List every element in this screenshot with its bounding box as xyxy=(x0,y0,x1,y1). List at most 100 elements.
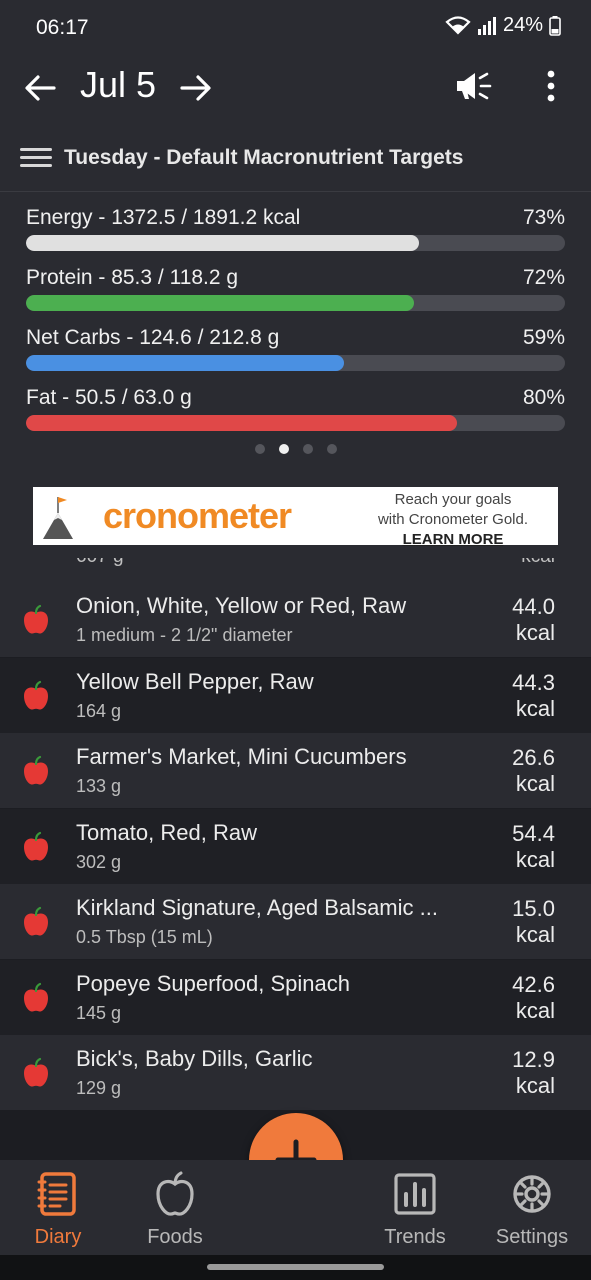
macro-percent: 72% xyxy=(522,266,565,289)
status-time: 06:17 xyxy=(36,16,89,39)
app-bar: Jul 5 xyxy=(0,56,591,126)
kcal-value: 44.0 xyxy=(512,594,555,619)
page-dot[interactable] xyxy=(302,444,313,454)
food-list-item[interactable]: Tomato, Red, Raw 302 g 54.4 kcal xyxy=(0,808,591,884)
page-dot[interactable] xyxy=(254,444,265,454)
food-list-item[interactable]: Kirkland Signature, Aged Balsamic ... 0.5… xyxy=(0,884,591,959)
apple-icon xyxy=(22,680,50,710)
food-serving: 607 g xyxy=(76,558,124,568)
food-serving: 1 medium - 2 1/2" diameter xyxy=(76,625,293,645)
battery-icon xyxy=(549,15,561,36)
nav-trends[interactable]: Trends xyxy=(360,1170,470,1249)
food-name: Farmer's Market, Mini Cucumbers xyxy=(76,744,407,769)
macro-progress-track xyxy=(26,415,565,431)
kcal-value: 26.6 xyxy=(512,745,555,770)
nav-diary[interactable]: Diary xyxy=(3,1170,113,1249)
food-kcal: kcal xyxy=(521,558,555,568)
bottom-navigation: Diary Foods Trends Settings xyxy=(0,1160,591,1255)
kcal-value: 54.4 xyxy=(512,820,555,846)
food-serving: 129 g xyxy=(76,1078,122,1098)
food-list-item[interactable]: Onion, White, Yellow or Red, Raw 1 medium… xyxy=(0,582,591,657)
macro-percent: 59% xyxy=(522,326,565,349)
kcal-value: 44.3 xyxy=(512,669,555,695)
apple-icon xyxy=(22,1057,50,1087)
macro-percent: 80% xyxy=(522,386,565,409)
food-kcal: 44.3 kcal xyxy=(475,670,555,722)
food-serving: 164 g xyxy=(76,700,122,721)
food-serving: 133 g xyxy=(76,776,122,796)
macro-progress-fill xyxy=(26,355,344,371)
food-list-item[interactable]: Bick's, Baby Dills, Garlic 129 g 12.9 kcal xyxy=(0,1035,591,1110)
kcal-unit: kcal xyxy=(515,695,555,721)
battery-percent: 24% xyxy=(502,14,543,36)
partial-list-item[interactable]: 607 g kcal xyxy=(0,558,591,582)
ad-text: Reach your goals with Cronometer Gold. L… xyxy=(353,490,553,550)
food-name: Onion, White, Yellow or Red, Raw xyxy=(76,593,407,618)
food-serving: 302 g xyxy=(76,851,122,872)
megaphone-icon[interactable] xyxy=(453,68,493,104)
kcal-unit: kcal xyxy=(515,997,555,1023)
forward-arrow-icon[interactable] xyxy=(178,70,214,106)
mountain-flag-icon xyxy=(43,497,73,539)
macro-fat: Fat - 50.5 / 63.0 g 80% xyxy=(26,386,565,436)
macro-percent: 73% xyxy=(522,206,565,229)
kcal-unit: kcal xyxy=(515,1073,555,1098)
kcal-value: 42.6 xyxy=(512,971,555,997)
diary-notebook-icon xyxy=(37,1172,76,1216)
kcal-unit: kcal xyxy=(515,922,555,947)
nav-foods-label: Foods xyxy=(147,1226,203,1248)
macro-progress-fill xyxy=(26,415,458,431)
macro-progress-fill xyxy=(26,295,415,311)
gear-icon xyxy=(513,1175,551,1213)
food-kcal: 44.0 kcal xyxy=(475,594,555,646)
food-kcal: 54.4 kcal xyxy=(475,821,555,873)
food-list-item[interactable]: Yellow Bell Pepper, Raw 164 g 44.3 kcal xyxy=(0,657,591,733)
kcal-value: 15.0 xyxy=(512,896,555,921)
nav-foods[interactable]: Foods xyxy=(120,1170,230,1249)
food-kcal: 42.6 kcal xyxy=(475,972,555,1024)
nav-settings-label: Settings xyxy=(495,1226,569,1248)
date-title[interactable]: Jul 5 xyxy=(80,64,156,106)
ad-line-1: Reach your goals xyxy=(394,491,512,508)
macro-progress-fill xyxy=(26,235,420,251)
food-name: Popeye Superfood, Spinach xyxy=(76,970,350,996)
food-serving: 145 g xyxy=(76,1002,122,1023)
apple-outline-icon xyxy=(156,1171,194,1216)
home-gesture-handle[interactable] xyxy=(207,1264,384,1270)
back-arrow-icon[interactable] xyxy=(22,70,58,106)
targets-header[interactable]: Tuesday - Default Macronutrient Targets xyxy=(0,126,591,192)
page-dot[interactable] xyxy=(278,444,289,454)
food-name: Yellow Bell Pepper, Raw xyxy=(76,668,314,694)
more-options-icon[interactable] xyxy=(536,68,566,104)
status-bar: 06:17 24% xyxy=(0,0,591,56)
apple-icon xyxy=(22,906,50,936)
food-kcal: 15.0 kcal xyxy=(475,896,555,948)
apple-icon xyxy=(22,604,50,634)
apple-icon xyxy=(22,831,50,861)
learn-more-link[interactable]: LEARN MORE xyxy=(353,530,553,550)
food-kcal: 26.6 kcal xyxy=(475,745,555,797)
macro-label: Net Carbs - 124.6 / 212.8 g xyxy=(26,326,280,349)
system-gesture-bar xyxy=(0,1255,591,1280)
macro-label: Fat - 50.5 / 63.0 g xyxy=(26,386,192,409)
kcal-unit: kcal xyxy=(515,620,555,645)
signal-icon xyxy=(477,16,496,35)
hamburger-menu-icon[interactable] xyxy=(20,148,52,170)
food-name: Tomato, Red, Raw xyxy=(76,819,257,845)
food-list-item[interactable]: Farmer's Market, Mini Cucumbers 133 g 26.6… xyxy=(0,733,591,808)
apple-icon xyxy=(22,982,50,1012)
macro-progress-track xyxy=(26,235,565,251)
ad-line-2: with Cronometer Gold. xyxy=(377,511,529,528)
food-serving: 0.5 Tbsp (15 mL) xyxy=(76,927,213,947)
macro-energy: Energy - 1372.5 / 1891.2 kcal 73% xyxy=(26,206,565,256)
page-indicator[interactable] xyxy=(0,444,591,454)
ad-banner[interactable]: cronometer Reach your goals with Cronome… xyxy=(33,487,558,548)
page-dot[interactable] xyxy=(326,444,337,454)
wifi-icon xyxy=(445,15,471,35)
macro-net-carbs: Net Carbs - 124.6 / 212.8 g 59% xyxy=(26,326,565,376)
diary-list[interactable]: 607 g kcal Onion, White, Yellow or Red, … xyxy=(0,558,591,1111)
food-list-item[interactable]: Popeye Superfood, Spinach 145 g 42.6 kcal xyxy=(0,959,591,1035)
targets-title: Tuesday - Default Macronutrient Targets xyxy=(64,146,464,169)
macro-label: Protein - 85.3 / 118.2 g xyxy=(26,266,239,289)
nav-settings[interactable]: Settings xyxy=(477,1170,587,1249)
